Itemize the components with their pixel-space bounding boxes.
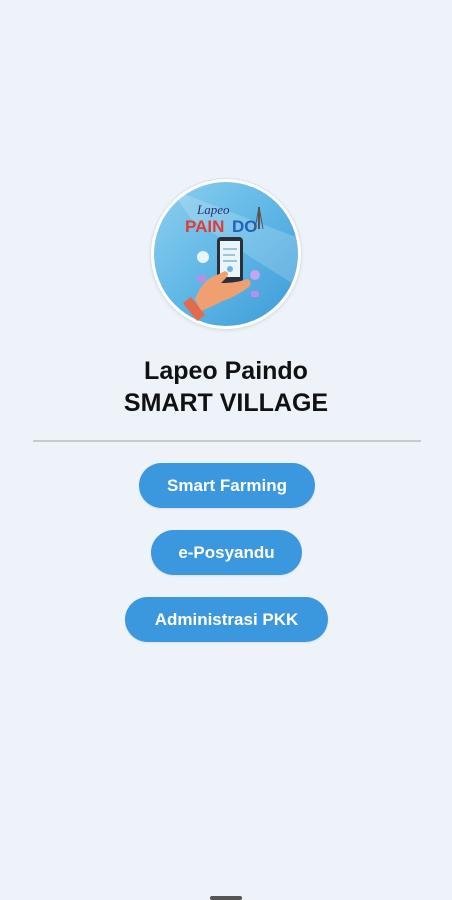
svg-text:DO: DO (232, 217, 258, 236)
app-title: Lapeo Paindo (144, 357, 308, 385)
smart-farming-button[interactable]: Smart Farming (139, 463, 315, 508)
administrasi-pkk-button[interactable]: Administrasi PKK (125, 597, 328, 642)
divider (33, 440, 421, 442)
home-indicator (210, 896, 242, 900)
svg-text:PAIN: PAIN (185, 217, 224, 236)
home-screen: Lapeo PAIN DO Lapeo Paindo SMART VILLAGE (0, 0, 452, 900)
app-logo: Lapeo PAIN DO (151, 179, 301, 329)
app-subtitle: SMART VILLAGE (123, 389, 329, 417)
e-posyandu-button[interactable]: e-Posyandu (151, 530, 302, 575)
logo-illustration-icon: Lapeo PAIN DO (154, 182, 301, 326)
svg-text:Lapeo: Lapeo (196, 202, 230, 217)
